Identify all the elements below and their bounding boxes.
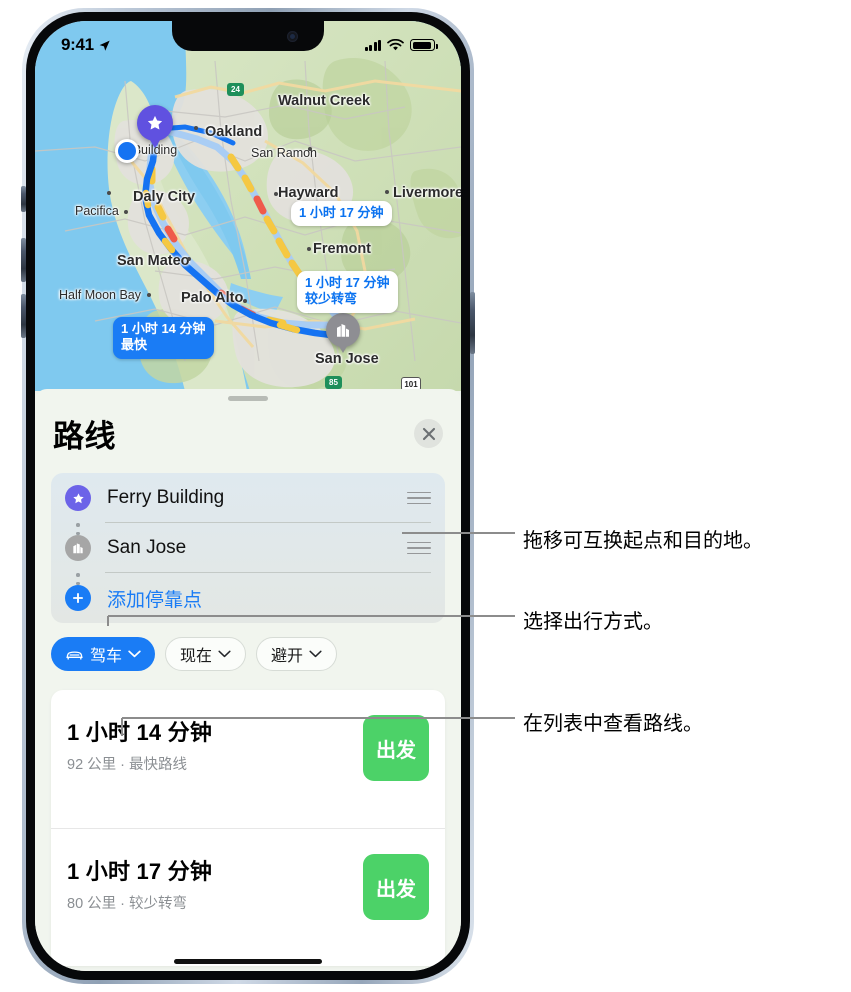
chevron-down-icon	[218, 650, 231, 658]
star-glyph-icon	[72, 492, 84, 503]
cellular-bars-icon	[364, 39, 381, 51]
route-bubble-subtitle: 较少转弯	[305, 291, 358, 307]
waypoint-fields: Ferry Building San Jose 添加停靠点	[51, 473, 445, 623]
wifi-icon	[387, 39, 404, 51]
start-pin-star[interactable]	[137, 105, 173, 141]
city-dot-livermore	[385, 190, 389, 194]
city-dot-san-mateo	[187, 257, 191, 261]
waypoint-label-start: Ferry Building	[107, 487, 225, 508]
star-icon	[147, 115, 163, 130]
route-duration: 1 小时 14 分钟	[67, 720, 213, 745]
plus-glyph-icon	[72, 592, 84, 604]
battery-icon	[410, 39, 438, 51]
highway-shield-85: 85	[325, 376, 342, 389]
go-button[interactable]: 出发	[363, 715, 429, 781]
screenshot-root: 24 85 101 Walnut Creek Oakland San Ramon y …	[0, 0, 851, 992]
route-bubble-alt-2[interactable]: 1 小时 17 分钟 较少转弯	[297, 271, 398, 313]
route-info: 1 小时 17 分钟 80 公里 · 较少转弯	[67, 854, 212, 913]
callout-choose-transport: 选择出行方式。	[523, 611, 663, 633]
route-bubble-duration: 1 小时 17 分钟	[305, 275, 390, 290]
car-icon	[66, 650, 83, 660]
mute-switch[interactable]	[21, 186, 26, 212]
location-arrow-icon	[99, 40, 110, 51]
city-dot-oakland	[194, 126, 198, 130]
drag-handle-start[interactable]	[407, 491, 431, 505]
chevron-down-icon	[128, 650, 141, 658]
waypoint-row-start[interactable]: Ferry Building	[51, 473, 445, 523]
page-title: 路线	[53, 419, 116, 454]
routes-bottom-sheet: 路线 Ferry Building San Jose 添加停靠点 驾车 现在 避…	[35, 389, 461, 971]
highway-shield-24: 24	[227, 83, 244, 96]
departure-time-label: 现在	[180, 648, 213, 665]
add-stop-label: 添加停靠点	[107, 589, 203, 611]
sheet-header: 路线	[35, 401, 461, 456]
front-camera-icon	[287, 31, 298, 42]
city-dot-san-ramon	[308, 147, 312, 151]
route-options-list: 1 小时 14 分钟 92 公里 · 最快路线 出发 1 小时 17 分钟 80…	[51, 690, 445, 966]
departure-time-pill[interactable]: 现在	[165, 637, 247, 671]
transport-mode-pill[interactable]: 驾车	[51, 637, 156, 671]
waypoint-row-destination[interactable]: San Jose	[51, 523, 445, 573]
status-bar-time: 9:41	[61, 35, 94, 54]
route-bubble-fastest[interactable]: 1 小时 14 分钟 最快	[113, 317, 214, 359]
status-bar-right	[364, 35, 438, 51]
map-label: Walnut Creek	[278, 93, 371, 109]
map-view[interactable]: 24 85 101 Walnut Creek Oakland San Ramon y …	[35, 21, 461, 391]
building-icon	[65, 535, 91, 561]
avoid-options-label: 避开	[271, 648, 304, 665]
drag-handle-destination[interactable]	[407, 541, 431, 555]
map-label: Half Moon Bay	[59, 288, 141, 302]
plus-icon	[65, 585, 91, 611]
map-label: Palo Alto	[181, 290, 244, 306]
close-icon	[422, 427, 435, 440]
city-dot-half-moon-bay	[147, 293, 151, 297]
avoid-options-pill[interactable]: 避开	[256, 637, 338, 671]
go-button[interactable]: 出发	[363, 854, 429, 920]
waypoint-label-destination: San Jose	[107, 537, 187, 558]
map-label: Daly City	[133, 189, 196, 205]
callout-swap-endpoints: 拖移可互换起点和目的地。	[523, 530, 763, 552]
route-duration: 1 小时 17 分钟	[67, 859, 213, 884]
route-bubble-alt-1[interactable]: 1 小时 17 分钟	[291, 201, 392, 227]
city-dot-palo-alto	[243, 299, 247, 303]
chevron-down-icon	[309, 650, 322, 658]
filter-pills: 驾车 现在 避开	[35, 623, 461, 671]
route-bubble-subtitle: 最快	[121, 337, 148, 353]
phone-screen: 24 85 101 Walnut Creek Oakland San Ramon y …	[35, 21, 461, 971]
destination-pin-building[interactable]	[326, 313, 360, 347]
status-bar-left: 9:41	[61, 31, 111, 55]
map-label: Oakland	[205, 124, 263, 140]
map-label: Fremont	[313, 241, 371, 257]
callout-view-routes: 在列表中查看路线。	[523, 713, 703, 735]
city-dot-fremont	[307, 247, 311, 251]
map-label: San Jose	[315, 351, 379, 367]
star-icon	[65, 485, 91, 511]
user-location-dot	[115, 139, 139, 163]
close-button[interactable]	[414, 419, 443, 448]
home-indicator[interactable]	[174, 959, 322, 964]
route-meta: 80 公里 · 较少转弯	[67, 896, 188, 912]
map-label: Pacifica	[75, 204, 119, 218]
route-meta: 92 公里 · 最快路线	[67, 757, 188, 773]
map-label: San Mateo	[117, 253, 190, 269]
volume-down-button[interactable]	[21, 294, 26, 338]
power-button[interactable]	[470, 292, 475, 354]
transport-mode-label: 驾车	[90, 648, 123, 665]
route-info: 1 小时 14 分钟 92 公里 · 最快路线	[67, 715, 212, 774]
notch	[172, 21, 324, 51]
map-label: Livermore	[393, 185, 461, 201]
building-icon	[337, 324, 349, 337]
city-dot-hayward	[274, 192, 278, 196]
city-dot-daly-city	[107, 191, 111, 195]
city-dot-pacifica	[124, 210, 128, 214]
map-label: Hayward	[278, 185, 339, 201]
route-row[interactable]: 1 小时 17 分钟 80 公里 · 较少转弯 出发	[51, 828, 445, 966]
add-stop-row[interactable]: 添加停靠点	[51, 573, 445, 623]
volume-up-button[interactable]	[21, 238, 26, 282]
route-row[interactable]: 1 小时 14 分钟 92 公里 · 最快路线 出发	[51, 690, 445, 828]
building-glyph-icon	[73, 543, 83, 554]
route-bubble-duration: 1 小时 14 分钟	[121, 321, 206, 336]
route-bubble-duration: 1 小时 17 分钟	[299, 205, 384, 220]
